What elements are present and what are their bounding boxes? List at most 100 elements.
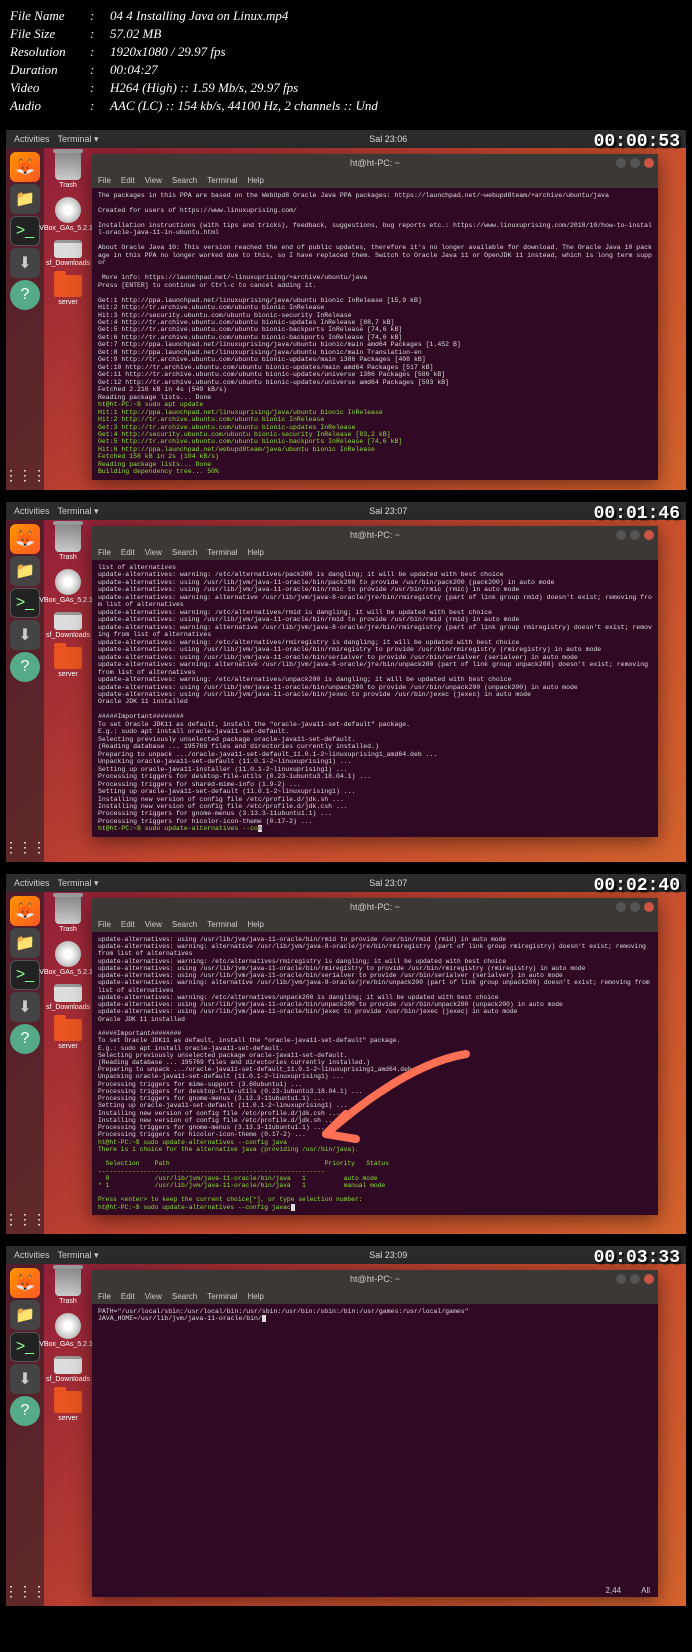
terminal-icon[interactable]: >_: [10, 216, 40, 246]
menu-search[interactable]: Search: [172, 1292, 197, 1301]
terminal-output[interactable]: list of alternatives update-alternatives…: [92, 560, 658, 837]
clock[interactable]: Sal 23:07: [99, 506, 678, 516]
software-icon[interactable]: ⬇: [10, 992, 40, 1022]
maximize-button[interactable]: [630, 158, 640, 168]
maximize-button[interactable]: [630, 1274, 640, 1284]
activities-button[interactable]: Activities: [14, 506, 50, 517]
terminal-window[interactable]: ht@ht-PC: ~ File Edit View Search Termin…: [92, 526, 658, 837]
apps-grid-icon[interactable]: ⋮⋮⋮: [6, 467, 46, 484]
firefox-icon[interactable]: 🦊: [10, 1268, 40, 1298]
server-desktop-icon[interactable]: server: [46, 1019, 90, 1050]
apps-grid-icon[interactable]: ⋮⋮⋮: [6, 1211, 46, 1228]
menu-terminal[interactable]: Terminal: [207, 1292, 237, 1301]
activities-button[interactable]: Activities: [14, 878, 50, 889]
minimize-button[interactable]: [616, 902, 626, 912]
terminal-icon[interactable]: >_: [10, 588, 40, 618]
menu-file[interactable]: File: [98, 176, 111, 185]
apps-grid-icon[interactable]: ⋮⋮⋮: [6, 1583, 46, 1600]
terminal-app-indicator[interactable]: Terminal ▾: [58, 134, 99, 145]
menu-file[interactable]: File: [98, 1292, 111, 1301]
clock[interactable]: Sal 23:06: [99, 134, 678, 144]
vbox-desktop-icon[interactable]: VBox_GAs_5.2.18: [46, 941, 90, 976]
terminal-window[interactable]: ht@ht-PC: ~ File Edit View Search Termin…: [92, 898, 658, 1215]
downloads-desktop-icon[interactable]: sf_Downloads: [46, 240, 90, 267]
maximize-button[interactable]: [630, 530, 640, 540]
clock[interactable]: Sal 23:07: [99, 878, 678, 888]
activities-button[interactable]: Activities: [14, 1250, 50, 1261]
minimize-button[interactable]: [616, 158, 626, 168]
software-icon[interactable]: ⬇: [10, 620, 40, 650]
trash-desktop-icon[interactable]: Trash: [46, 896, 90, 933]
terminal-icon[interactable]: >_: [10, 960, 40, 990]
help-icon[interactable]: ?: [10, 1024, 40, 1054]
menu-search[interactable]: Search: [172, 548, 197, 557]
menu-view[interactable]: View: [145, 176, 162, 185]
close-button[interactable]: [644, 530, 654, 540]
firefox-icon[interactable]: 🦊: [10, 896, 40, 926]
menu-file[interactable]: File: [98, 920, 111, 929]
terminal-titlebar[interactable]: ht@ht-PC: ~: [92, 526, 658, 544]
downloads-desktop-icon[interactable]: sf_Downloads: [46, 984, 90, 1011]
files-icon[interactable]: 📁: [10, 928, 40, 958]
clock[interactable]: Sal 23:09: [99, 1250, 678, 1260]
terminal-icon[interactable]: >_: [10, 1332, 40, 1362]
trash-desktop-icon[interactable]: Trash: [46, 1268, 90, 1305]
menu-help[interactable]: Help: [247, 920, 263, 929]
terminal-window[interactable]: ht@ht-PC: ~ File Edit View Search Termin…: [92, 154, 658, 480]
menu-terminal[interactable]: Terminal: [207, 548, 237, 557]
menu-edit[interactable]: Edit: [121, 920, 135, 929]
menu-help[interactable]: Help: [247, 176, 263, 185]
apps-grid-icon[interactable]: ⋮⋮⋮: [6, 839, 46, 856]
help-icon[interactable]: ?: [10, 280, 40, 310]
firefox-icon[interactable]: 🦊: [10, 524, 40, 554]
terminal-window[interactable]: ht@ht-PC: ~ File Edit View Search Termin…: [92, 1270, 658, 1597]
server-desktop-icon[interactable]: server: [46, 275, 90, 306]
firefox-icon[interactable]: 🦊: [10, 152, 40, 182]
terminal-app-indicator[interactable]: Terminal ▾: [58, 878, 99, 889]
activities-button[interactable]: Activities: [14, 134, 50, 145]
menu-search[interactable]: Search: [172, 920, 197, 929]
vbox-desktop-icon[interactable]: VBox_GAs_5.2.18: [46, 197, 90, 232]
menu-help[interactable]: Help: [247, 1292, 263, 1301]
terminal-titlebar[interactable]: ht@ht-PC: ~: [92, 154, 658, 172]
files-icon[interactable]: 📁: [10, 556, 40, 586]
menu-edit[interactable]: Edit: [121, 176, 135, 185]
software-icon[interactable]: ⬇: [10, 1364, 40, 1394]
menu-file[interactable]: File: [98, 548, 111, 557]
menu-view[interactable]: View: [145, 548, 162, 557]
menu-help[interactable]: Help: [247, 548, 263, 557]
menu-search[interactable]: Search: [172, 176, 197, 185]
vbox-desktop-icon[interactable]: VBox_GAs_5.2.18: [46, 1313, 90, 1348]
menu-terminal[interactable]: Terminal: [207, 176, 237, 185]
maximize-button[interactable]: [630, 902, 640, 912]
vbox-desktop-icon[interactable]: VBox_GAs_5.2.18: [46, 569, 90, 604]
menu-edit[interactable]: Edit: [121, 1292, 135, 1301]
software-icon[interactable]: ⬇: [10, 248, 40, 278]
close-button[interactable]: [644, 902, 654, 912]
close-button[interactable]: [644, 1274, 654, 1284]
minimize-button[interactable]: [616, 1274, 626, 1284]
trash-desktop-icon[interactable]: Trash: [46, 152, 90, 189]
server-desktop-icon[interactable]: server: [46, 1391, 90, 1422]
terminal-titlebar[interactable]: ht@ht-PC: ~: [92, 1270, 658, 1288]
terminal-app-indicator[interactable]: Terminal ▾: [58, 506, 99, 517]
menu-view[interactable]: View: [145, 920, 162, 929]
menu-view[interactable]: View: [145, 1292, 162, 1301]
files-icon[interactable]: 📁: [10, 184, 40, 214]
help-icon[interactable]: ?: [10, 652, 40, 682]
terminal-output[interactable]: update-alternatives: using /usr/lib/jvm/…: [92, 932, 658, 1215]
menu-edit[interactable]: Edit: [121, 548, 135, 557]
terminal-output[interactable]: The packages in this PPA are based on th…: [92, 188, 658, 480]
downloads-desktop-icon[interactable]: sf_Downloads: [46, 612, 90, 639]
downloads-desktop-icon[interactable]: sf_Downloads: [46, 1356, 90, 1383]
close-button[interactable]: [644, 158, 654, 168]
menu-terminal[interactable]: Terminal: [207, 920, 237, 929]
terminal-output[interactable]: PATH="/usr/local/sbin:/usr/local/bin:/us…: [92, 1304, 658, 1584]
terminal-app-indicator[interactable]: Terminal ▾: [58, 1250, 99, 1261]
help-icon[interactable]: ?: [10, 1396, 40, 1426]
terminal-titlebar[interactable]: ht@ht-PC: ~: [92, 898, 658, 916]
server-desktop-icon[interactable]: server: [46, 647, 90, 678]
minimize-button[interactable]: [616, 530, 626, 540]
trash-desktop-icon[interactable]: Trash: [46, 524, 90, 561]
files-icon[interactable]: 📁: [10, 1300, 40, 1330]
